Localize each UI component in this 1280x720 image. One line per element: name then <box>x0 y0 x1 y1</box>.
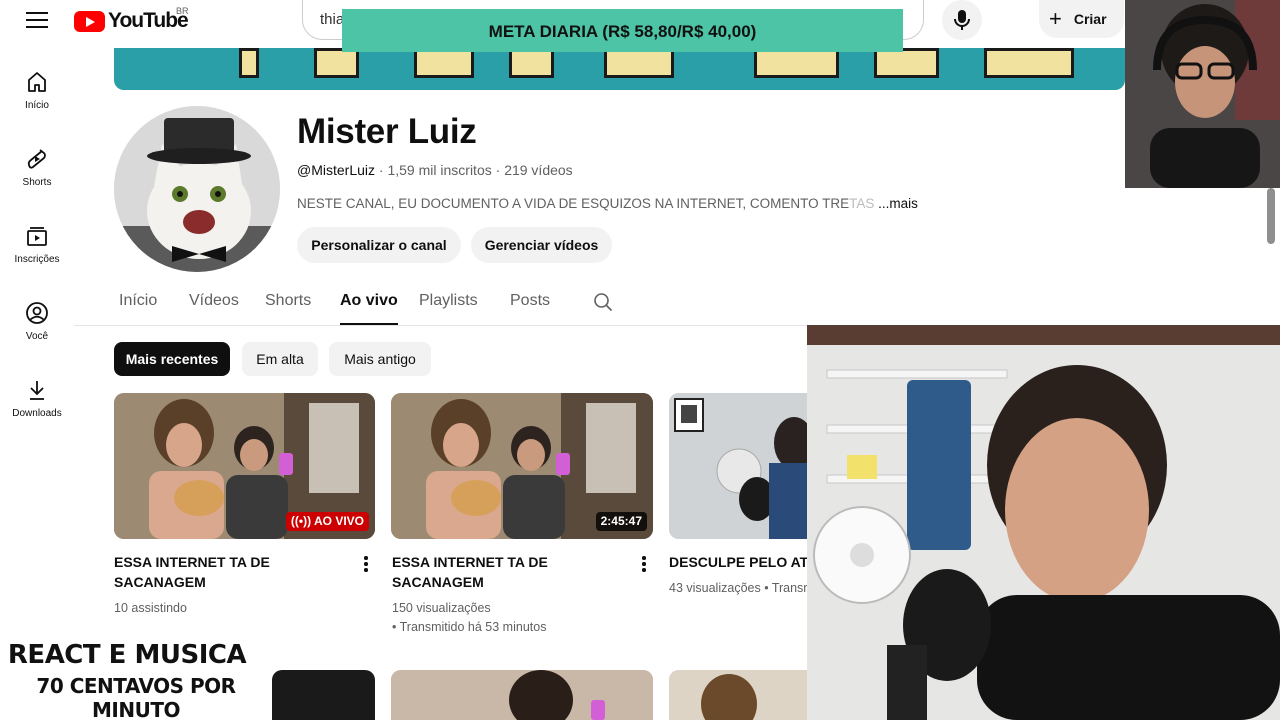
video-title[interactable]: ESSA INTERNET TA DE SACANAGEM <box>114 552 354 592</box>
menu-icon[interactable] <box>26 12 48 28</box>
video-title[interactable]: DESCULPE PELO ATR <box>669 552 809 572</box>
download-icon <box>30 381 44 400</box>
page-scrollbar[interactable] <box>1267 188 1275 244</box>
webcam-image <box>1125 0 1280 188</box>
video-thumbnail[interactable] <box>669 670 819 720</box>
chip-popular[interactable]: Em alta <box>242 342 318 376</box>
channel-stats: @MisterLuiz · 1,59 mil inscritos · 219 v… <box>297 162 573 178</box>
channel-handle: @MisterLuiz <box>297 162 376 178</box>
tab-videos[interactable]: Vídeos <box>189 292 239 310</box>
search-input[interactable]: thia <box>320 11 344 28</box>
manage-videos-button[interactable]: Gerenciar vídeos <box>471 227 612 263</box>
channel-name: Mister Luiz <box>297 112 477 151</box>
channel-banner <box>114 48 1125 90</box>
sidebar-item-label: Início <box>25 100 49 111</box>
tab-home[interactable]: Início <box>119 292 157 310</box>
webcam-image <box>807 325 1280 720</box>
chip-most-recent[interactable]: Mais recentes <box>114 342 230 376</box>
sidebar-item-label: Inscrições <box>14 254 60 265</box>
cat-avatar-image <box>114 106 280 272</box>
webcam-overlay-large <box>807 325 1280 720</box>
mic-button[interactable] <box>942 0 982 40</box>
sidebar: Início Shorts Inscrições Você Downloads <box>0 40 74 720</box>
description-text: NESTE CANAL, EU DOCUMENTO A VIDA DE ESQU… <box>297 196 850 211</box>
channel-avatar[interactable] <box>114 106 280 272</box>
video-title[interactable]: ESSA INTERNET TA DE SACANAGEM <box>392 552 632 592</box>
video-thumbnail[interactable] <box>669 393 829 539</box>
sidebar-item-subscriptions[interactable]: Inscrições <box>0 224 74 265</box>
channel-description[interactable]: NESTE CANAL, EU DOCUMENTO A VIDA DE ESQU… <box>297 196 918 211</box>
home-icon <box>28 72 46 92</box>
live-badge: ((•)) AO VIVO <box>285 512 369 531</box>
more-options-icon[interactable] <box>361 556 371 574</box>
webcam-overlay-small <box>1125 0 1280 188</box>
video-thumbnail[interactable]: ((•)) AO VIVO <box>114 393 375 539</box>
user-icon <box>26 302 48 324</box>
sidebar-item-label: Downloads <box>12 408 62 419</box>
video-meta: 43 visualizações • Transm <box>669 581 814 595</box>
video-thumbnail[interactable] <box>272 670 375 720</box>
description-faded-text: TAS <box>849 196 875 211</box>
plus-icon: + <box>1049 6 1062 31</box>
subscriber-count: 1,59 mil inscritos <box>387 162 492 178</box>
create-label: Criar <box>1073 11 1107 27</box>
youtube-logo[interactable]: YouTube BR <box>74 6 189 33</box>
tab-shorts[interactable]: Shorts <box>265 292 311 310</box>
more-link[interactable]: ...mais <box>878 196 918 211</box>
search-icon[interactable] <box>593 292 613 312</box>
video-count: 219 vídeos <box>504 162 573 178</box>
stream-promo-text: REACT E MUSICA 70 CENTAVOS POR MINUTO <box>0 640 272 720</box>
country-code: BR <box>176 6 189 16</box>
sidebar-item-label: Você <box>25 331 49 342</box>
donation-goal-banner: META DIARIA (R$ 58,80/R$ 40,00) <box>342 9 903 52</box>
sidebar-item-you[interactable]: Você <box>0 301 74 342</box>
create-button[interactable]: + Criar <box>1039 0 1124 38</box>
video-meta: 150 visualizações <box>392 601 491 615</box>
tab-live[interactable]: Ao vivo <box>340 292 398 325</box>
subscriptions-icon <box>27 227 47 246</box>
chip-oldest[interactable]: Mais antigo <box>329 342 431 376</box>
youtube-play-icon <box>74 10 105 32</box>
more-options-icon[interactable] <box>639 556 649 574</box>
video-thumbnail[interactable] <box>391 670 653 720</box>
tab-posts[interactable]: Posts <box>510 292 550 310</box>
thumbnail-image <box>391 670 653 720</box>
microphone-icon <box>954 10 970 30</box>
shorts-icon <box>27 149 46 169</box>
sidebar-item-home[interactable]: Início <box>0 70 74 111</box>
sidebar-item-label: Shorts <box>22 177 52 188</box>
tab-playlists[interactable]: Playlists <box>419 292 478 310</box>
promo-line-1: REACT E MUSICA <box>7 640 247 670</box>
sidebar-item-shorts[interactable]: Shorts <box>0 147 74 188</box>
sidebar-item-downloads[interactable]: Downloads <box>0 378 74 419</box>
thumbnail-image <box>669 670 819 720</box>
duration-badge: 2:45:47 <box>595 512 647 531</box>
video-meta-secondary: • Transmitido há 53 minutos <box>392 620 547 634</box>
thumbnail-image <box>669 393 829 539</box>
channel-tabs: Início Vídeos Shorts Ao vivo Playlists P… <box>74 280 1125 326</box>
video-thumbnail[interactable]: 2:45:47 <box>391 393 653 539</box>
promo-line-2: 70 CENTAVOS POR MINUTO <box>36 674 236 720</box>
customize-channel-button[interactable]: Personalizar o canal <box>297 227 461 263</box>
video-meta: 10 assistindo <box>114 601 187 615</box>
